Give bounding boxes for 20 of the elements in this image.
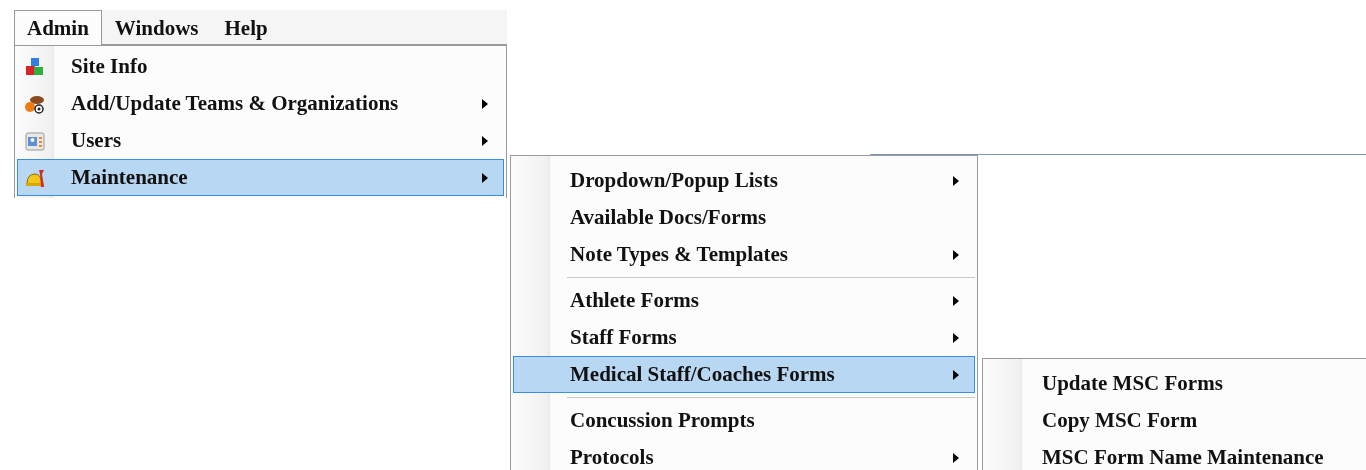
menu-item[interactable]: Update MSC Forms [985,365,1366,402]
menu-item[interactable]: Add/Update Teams & Organizations [17,85,504,122]
menu-item[interactable]: Maintenance [17,159,504,196]
menu-item[interactable]: Note Types & Templates [513,236,975,273]
menu-item[interactable]: Protocols [513,439,975,470]
menu-item[interactable]: Athlete Forms [513,282,975,319]
menu-item[interactable]: Concussion Prompts [513,402,975,439]
menu-item[interactable]: Users [17,122,504,159]
menu-item[interactable]: Medical Staff/Coaches Forms [513,356,975,393]
blocks-icon [24,55,46,78]
menu-item[interactable]: Site Info [17,48,504,85]
menu-title[interactable]: Admin [14,10,102,46]
menu-title[interactable]: Help [211,10,281,45]
menu-item[interactable]: Staff Forms [513,319,975,356]
menu-item[interactable]: Available Docs/Forms [513,199,975,236]
menu-item[interactable]: Copy MSC Form [985,402,1366,439]
menu-title[interactable]: Windows [101,10,212,45]
menu-item[interactable]: MSC Form Name Maintenance [985,439,1366,470]
user-card-icon [24,129,46,152]
menu-item[interactable]: Dropdown/Popup Lists [513,162,975,199]
